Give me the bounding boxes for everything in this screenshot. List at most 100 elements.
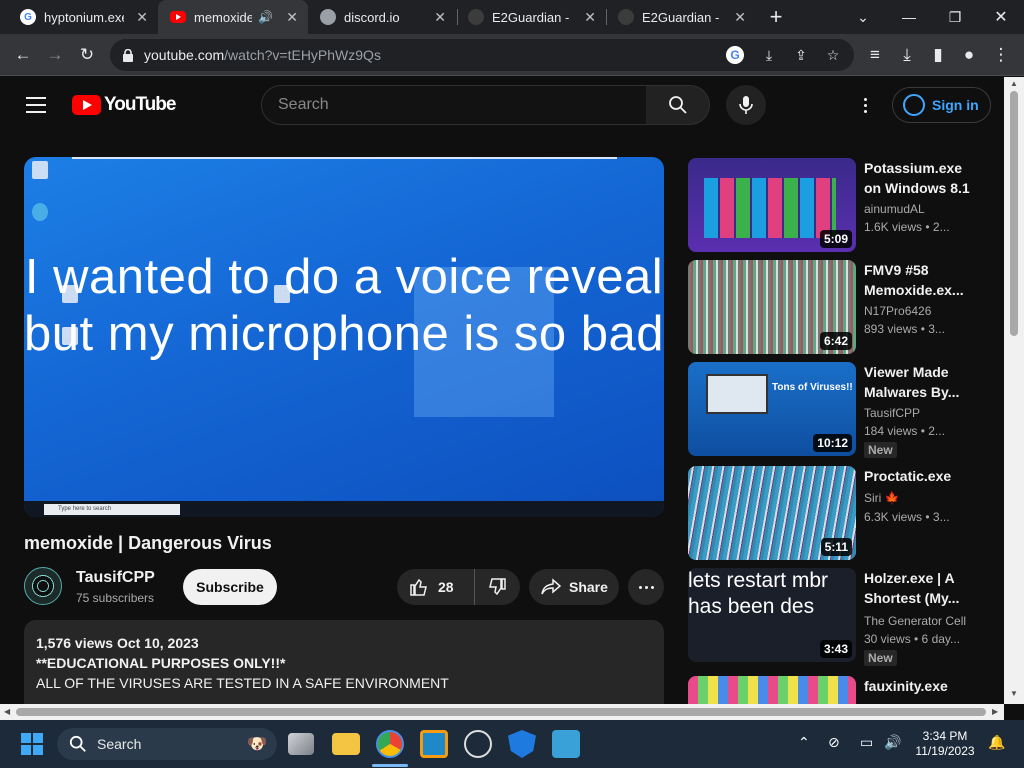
video-thumbnail[interactable]: 5:11 xyxy=(688,466,856,560)
youtube-logo[interactable]: YouTube xyxy=(72,94,176,116)
app-window-icon[interactable] xyxy=(552,730,580,758)
search-input[interactable] xyxy=(262,86,646,124)
google-lens-icon[interactable]: G xyxy=(726,46,744,64)
scroll-right-arrow-icon[interactable]: ▶ xyxy=(992,707,998,716)
search-icon xyxy=(668,96,687,114)
tray-overflow-icon[interactable]: ⌃ xyxy=(798,734,810,751)
address-bar[interactable]: youtube.com/watch?v=tEHyPhWz9Qs G ⤓ ⇪ ☆ xyxy=(110,39,854,71)
tab-memoxide[interactable]: memoxide 🔊 ✕ xyxy=(158,0,308,34)
notification-bell-icon[interactable]: 🔔 xyxy=(988,734,1005,751)
thumbnail-text: lets restart mbr has been des xyxy=(688,569,829,618)
scroll-up-arrow-icon[interactable]: ▲ xyxy=(1010,79,1018,88)
video-thumbnail[interactable]: lets restart mbr has been des 3:43 xyxy=(688,568,856,662)
tab-e2guardian-2[interactable]: E2Guardian - A ✕ xyxy=(608,0,756,34)
dislike-button[interactable] xyxy=(475,577,519,597)
chrome-menu-icon[interactable]: ⋮ xyxy=(986,40,1016,70)
system-clock[interactable]: 3:34 PM 11/19/2023 xyxy=(914,729,976,759)
file-explorer-icon[interactable] xyxy=(332,733,360,755)
vertical-scrollbar[interactable]: ▲ ▼ xyxy=(1004,77,1024,704)
edge-icon xyxy=(32,203,48,221)
settings-menu-icon[interactable] xyxy=(855,93,875,117)
volume-icon[interactable]: 🔊 xyxy=(884,734,901,751)
channel-avatar[interactable] xyxy=(24,567,62,605)
close-window-button[interactable]: ✕ xyxy=(978,0,1024,34)
profile-icon[interactable]: ● xyxy=(954,40,984,70)
share-icon[interactable]: ⇪ xyxy=(790,44,812,66)
reload-button[interactable]: ↻ xyxy=(72,40,102,70)
display-icon[interactable]: ▭ xyxy=(860,734,873,751)
tab-hyptonium[interactable]: G hyptonium.exe ✕ xyxy=(10,0,158,34)
windows-start-icon[interactable] xyxy=(21,733,43,755)
new-tab-button[interactable]: + xyxy=(756,0,796,34)
restore-button[interactable]: ❐ xyxy=(932,0,978,34)
close-tab-icon[interactable]: ✕ xyxy=(584,9,606,26)
horizontal-scrollbar[interactable]: ◀ ▶ xyxy=(0,704,1004,720)
metro-tiles xyxy=(704,178,836,238)
install-app-icon[interactable]: ⤓ xyxy=(758,44,780,66)
share-arrow-icon xyxy=(541,578,561,595)
subscriber-count: 75 subscribers xyxy=(76,591,155,605)
video-duration: 5:09 xyxy=(819,230,852,248)
tab-discord[interactable]: discord.io ✕ xyxy=(308,0,456,34)
search-box[interactable] xyxy=(261,85,647,125)
more-actions-button[interactable] xyxy=(628,569,664,605)
tab-e2guardian-1[interactable]: E2Guardian - A ✕ xyxy=(458,0,606,34)
recommendation-views: 6.3K views • 3... xyxy=(864,510,950,524)
recommendation-item[interactable]: 6:42 FMV9 #58 Memoxide.ex... N17Pro6426 … xyxy=(688,260,988,354)
like-count: 28 xyxy=(438,579,454,595)
close-tab-icon[interactable]: ✕ xyxy=(286,9,308,26)
forward-button[interactable]: → xyxy=(40,40,70,70)
video-player[interactable]: I wanted to do a voice reveal but my mic… xyxy=(24,157,664,517)
close-tab-icon[interactable]: ✕ xyxy=(734,9,756,26)
laptop-illustration xyxy=(706,374,768,414)
windows-security-icon[interactable] xyxy=(508,730,536,758)
scrollbar-thumb[interactable] xyxy=(16,708,986,716)
like-button[interactable]: 28 xyxy=(397,569,475,605)
new-badge: New xyxy=(864,650,897,666)
network-off-icon[interactable]: ⊘ xyxy=(828,734,840,751)
screen: G hyptonium.exe ✕ memoxide 🔊 ✕ discord.i… xyxy=(0,0,1024,768)
search-button[interactable] xyxy=(646,85,710,125)
video-thumbnail[interactable]: 5:09 xyxy=(688,158,856,252)
downloads-icon[interactable]: ⤓ xyxy=(892,40,922,70)
media-controls-icon[interactable]: ≡ xyxy=(860,40,890,70)
share-button[interactable]: Share xyxy=(529,569,619,605)
recommendation-item[interactable]: Tons of Viruses!! 10:12 Viewer Made Malw… xyxy=(688,362,988,458)
task-view-icon[interactable] xyxy=(288,733,314,755)
virtualbox-icon[interactable] xyxy=(420,730,448,758)
obs-icon[interactable] xyxy=(464,730,492,758)
menu-icon[interactable] xyxy=(26,97,46,113)
video-duration: 5:11 xyxy=(820,538,852,556)
scrollbar-thumb[interactable] xyxy=(1010,91,1018,336)
video-duration: 10:12 xyxy=(813,434,852,452)
recommendation-item[interactable]: 5:11 Proctatic.exe Siri 🍁 6.3K views • 3… xyxy=(688,466,988,560)
channel-name[interactable]: TausifCPP xyxy=(76,569,155,587)
side-panel-icon[interactable]: ▮ xyxy=(923,40,953,70)
recommendation-title: Proctatic.exe xyxy=(864,468,952,484)
video-thumbnail[interactable]: 6:42 xyxy=(688,260,856,354)
scroll-left-arrow-icon[interactable]: ◀ xyxy=(4,707,10,716)
voice-search-button[interactable] xyxy=(726,85,766,125)
description-box[interactable]: 1,576 views Oct 10, 2023 **EDUCATIONAL P… xyxy=(24,620,664,704)
chrome-icon[interactable] xyxy=(376,730,404,758)
bookmark-star-icon[interactable]: ☆ xyxy=(822,44,844,66)
close-tab-icon[interactable]: ✕ xyxy=(434,9,456,26)
scroll-down-arrow-icon[interactable]: ▼ xyxy=(1010,689,1018,698)
video-thumbnail[interactable] xyxy=(688,676,856,704)
active-app-indicator xyxy=(372,764,408,767)
recommendation-item[interactable]: fauxinity.exe xyxy=(688,676,988,704)
recommendation-item[interactable]: 5:09 Potassium.exe on Windows 8.1 ainumu… xyxy=(688,158,988,252)
globe-icon xyxy=(320,9,336,25)
minimize-button[interactable]: — xyxy=(886,0,932,34)
taskbar-search[interactable]: Search 🐶 xyxy=(57,728,277,760)
video-thumbnail[interactable]: Tons of Viruses!! 10:12 xyxy=(688,362,856,456)
recommendation-item[interactable]: lets restart mbr has been des 3:43 Holze… xyxy=(688,568,988,666)
tab-search-button[interactable]: ⌄ xyxy=(840,0,886,34)
back-button[interactable]: ← xyxy=(8,40,38,70)
subscribe-button[interactable]: Subscribe xyxy=(183,569,277,605)
recommendation-title: Viewer Made Malwares By... xyxy=(864,364,960,400)
close-tab-icon[interactable]: ✕ xyxy=(136,9,158,26)
thumbs-down-icon xyxy=(489,578,506,596)
sign-in-button[interactable]: Sign in xyxy=(892,87,991,123)
speaker-icon[interactable]: 🔊 xyxy=(258,10,273,24)
